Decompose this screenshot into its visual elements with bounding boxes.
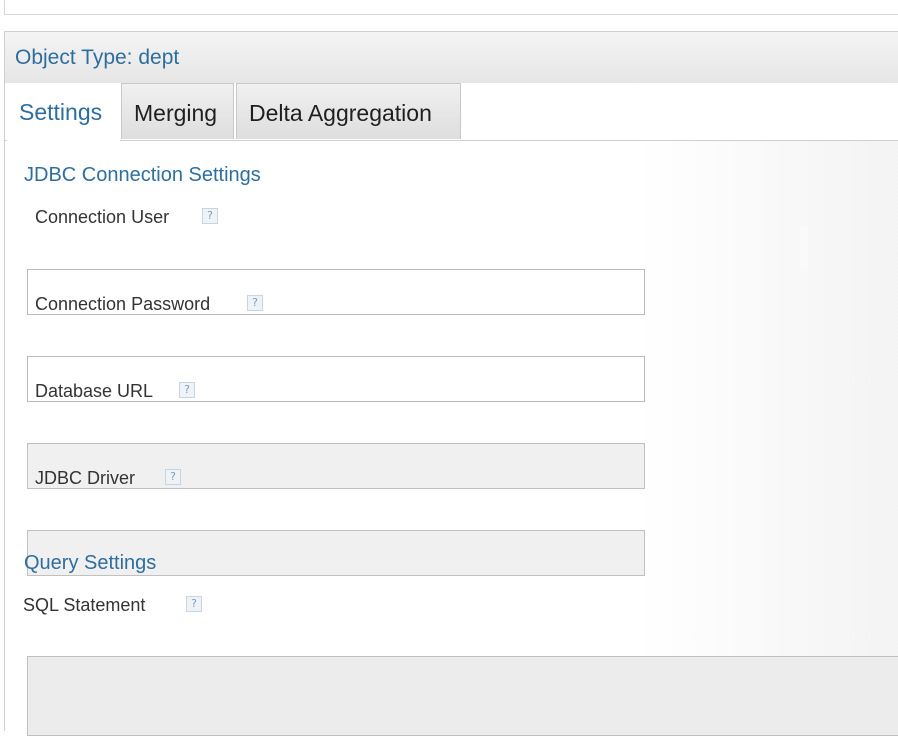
help-icon[interactable]: ? bbox=[202, 208, 218, 224]
object-type-title: Object Type: dept bbox=[15, 46, 180, 69]
sql-statement-textarea[interactable] bbox=[27, 656, 898, 736]
help-icon[interactable]: ? bbox=[165, 469, 181, 485]
object-type-panel: Object Type: dept Settings Merging Delta… bbox=[4, 31, 898, 736]
top-panel bbox=[4, 0, 898, 15]
tab-settings[interactable]: Settings bbox=[7, 83, 120, 141]
connection-password-label: Connection Password bbox=[35, 294, 211, 314]
background-artifact bbox=[800, 226, 808, 271]
help-icon[interactable]: ? bbox=[247, 295, 263, 311]
object-type-header: Object Type: dept bbox=[5, 31, 898, 84]
jdbc-driver-label: JDBC Driver bbox=[35, 468, 136, 488]
help-icon[interactable]: ? bbox=[179, 382, 195, 398]
tab-delta-aggregation[interactable]: Delta Aggregation bbox=[236, 83, 461, 139]
tab-strip: Settings Merging Delta Aggregation bbox=[5, 83, 898, 141]
settings-form: JDBC Connection Settings Connection User… bbox=[5, 141, 898, 741]
tab-merging[interactable]: Merging bbox=[121, 83, 234, 139]
query-settings-heading: Query Settings bbox=[24, 552, 157, 574]
database-url-label: Database URL bbox=[35, 381, 154, 401]
sql-statement-label: SQL Statement bbox=[23, 595, 146, 615]
background-artifact bbox=[735, 196, 745, 231]
connection-user-label: Connection User bbox=[35, 207, 170, 227]
jdbc-connection-settings-heading: JDBC Connection Settings bbox=[24, 164, 261, 186]
help-icon[interactable]: ? bbox=[186, 596, 202, 612]
